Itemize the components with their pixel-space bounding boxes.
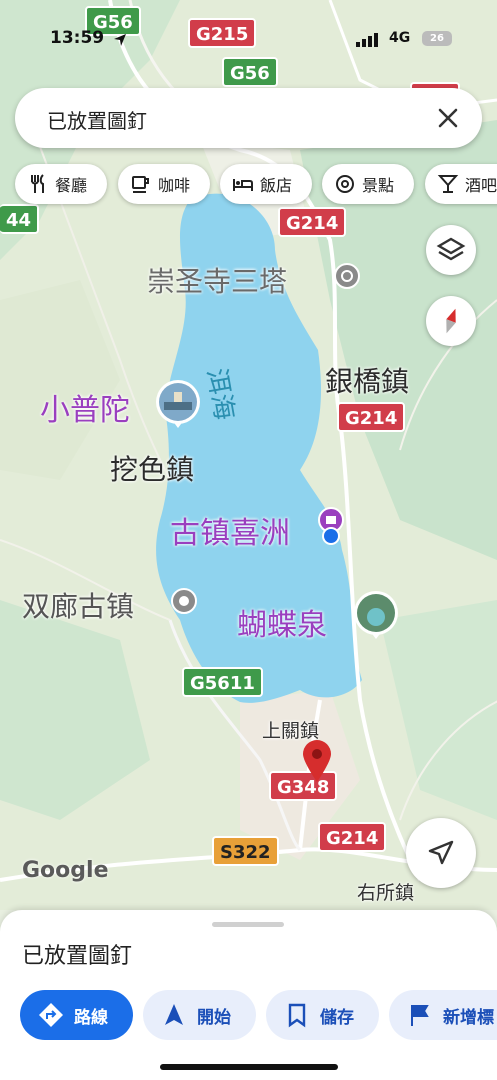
poi-marker-icon[interactable] xyxy=(316,507,346,547)
layers-icon xyxy=(436,237,466,261)
attraction-icon xyxy=(336,175,354,193)
my-location-button[interactable] xyxy=(406,818,476,888)
chip-label: 餐廳 xyxy=(55,176,88,195)
poi-label-guzhen[interactable]: 古镇喜洲 xyxy=(170,508,290,552)
sheet-title: 已放置圖釘 xyxy=(22,944,133,969)
network-type: 4G xyxy=(389,30,411,46)
sheet-handle[interactable] xyxy=(212,922,284,927)
road-badge-g5611: G5611 xyxy=(182,667,263,697)
poi-label-hudiequan[interactable]: 蝴蝶泉 xyxy=(237,600,327,644)
navigation-icon xyxy=(165,1004,183,1025)
chip-label: 咖啡 xyxy=(158,176,191,195)
google-attribution: Google xyxy=(22,858,109,883)
location-services-icon xyxy=(114,34,126,46)
chip-label: 酒吧 xyxy=(465,176,497,195)
dropped-pin-icon[interactable] xyxy=(300,738,334,784)
road-badge-44: 44 xyxy=(0,204,40,234)
attraction-marker-icon[interactable] xyxy=(334,263,360,289)
flag-icon xyxy=(411,1005,429,1026)
action-label: 開始 xyxy=(197,1007,231,1028)
place-label-shuanglang[interactable]: 双廊古镇 xyxy=(22,585,134,625)
directions-button[interactable]: 路線 xyxy=(20,990,133,1040)
compass-button[interactable] xyxy=(426,296,476,346)
place-label-wase[interactable]: 挖色鎮 xyxy=(110,448,194,488)
place-sheet[interactable]: 已放置圖釘 路線 開始 儲存 新增標 xyxy=(0,910,497,1080)
coffee-icon xyxy=(132,176,149,193)
battery-icon: 26 xyxy=(422,31,452,46)
poi-label-xiaoputuo[interactable]: 小普陀 xyxy=(40,385,130,429)
home-indicator[interactable] xyxy=(160,1064,338,1070)
road-badge-g56: G56 xyxy=(222,57,278,87)
search-query[interactable]: 已放置圖釘 xyxy=(47,105,147,134)
search-bar[interactable]: 已放置圖釘 xyxy=(15,88,482,148)
compass-icon xyxy=(446,308,456,334)
restaurant-icon xyxy=(31,174,44,193)
photo-marker-icon[interactable] xyxy=(154,378,202,430)
chip-hotels[interactable]: 飯店 xyxy=(220,164,312,204)
location-arrow-icon xyxy=(428,840,454,865)
action-label: 新增標 xyxy=(443,1007,494,1028)
status-bar: 13:59 4G 26 xyxy=(0,28,497,54)
action-label: 儲存 xyxy=(320,1007,354,1028)
hotel-icon xyxy=(233,179,253,191)
location-marker-icon[interactable] xyxy=(170,587,198,615)
place-label-yinqiao[interactable]: 銀橋鎮 xyxy=(325,360,409,400)
close-icon[interactable] xyxy=(432,102,464,134)
status-time: 13:59 xyxy=(50,28,105,48)
road-badge-s322: S322 xyxy=(212,836,279,866)
action-label: 路線 xyxy=(74,1007,108,1028)
road-badge-g214-c: G214 xyxy=(318,822,387,852)
chip-attractions[interactable]: 景點 xyxy=(322,164,414,204)
chip-restaurants[interactable]: 餐廳 xyxy=(15,164,107,204)
place-label-chongsheng[interactable]: 崇圣寺三塔 xyxy=(147,260,287,300)
layers-button[interactable] xyxy=(426,225,476,275)
chip-label: 景點 xyxy=(362,176,395,195)
save-button[interactable]: 儲存 xyxy=(266,990,379,1040)
photo-marker-icon[interactable] xyxy=(352,589,400,641)
road-badge-g214-a: G214 xyxy=(278,207,347,237)
signal-icon xyxy=(356,33,378,47)
directions-icon xyxy=(39,1003,63,1027)
road-badge-g214-b: G214 xyxy=(337,402,406,432)
bar-icon xyxy=(437,175,459,193)
chip-bars[interactable]: 酒吧 xyxy=(425,164,497,204)
start-button[interactable]: 開始 xyxy=(143,990,256,1040)
bookmark-icon xyxy=(288,1003,306,1028)
chip-coffee[interactable]: 咖啡 xyxy=(118,164,210,204)
chip-label: 飯店 xyxy=(260,176,293,195)
add-label-button[interactable]: 新增標 xyxy=(389,990,497,1040)
